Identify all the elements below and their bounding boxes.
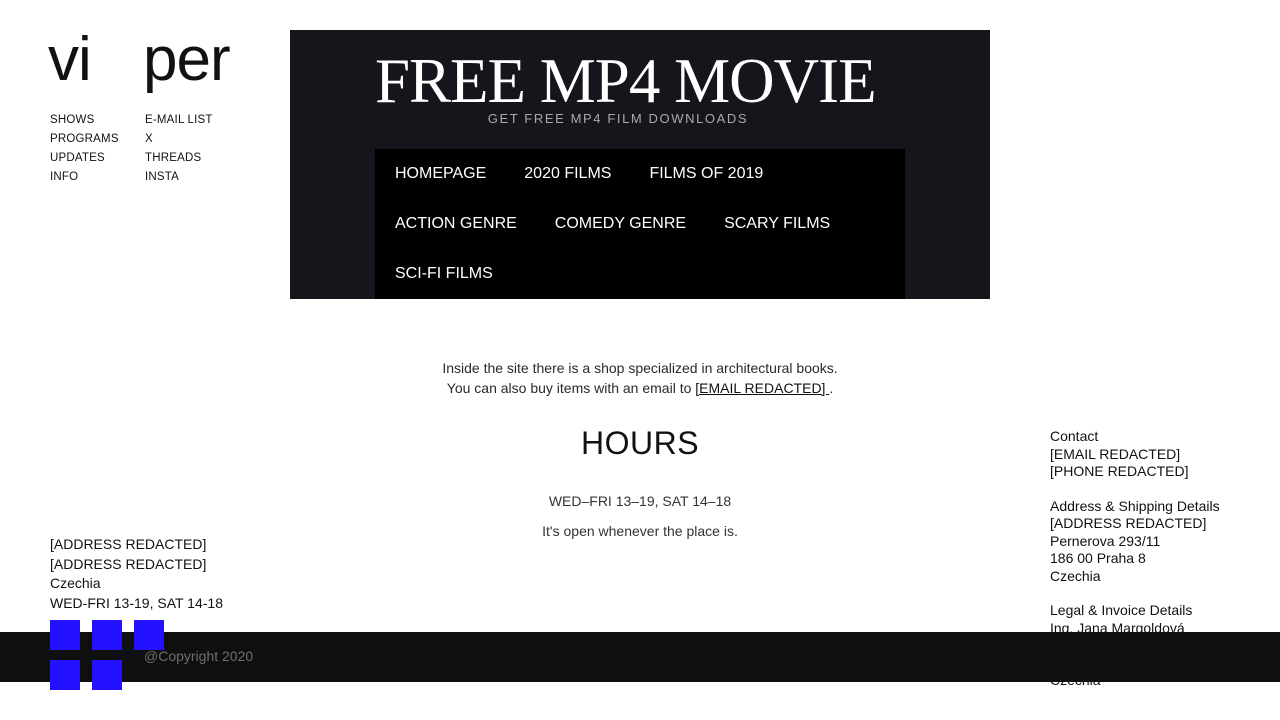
social-nav: E-MAIL LIST X THREADS INSTA	[145, 111, 213, 187]
hours-times: WED–FRI 13–19, SAT 14–18	[548, 493, 732, 509]
menu-2020-films[interactable]: 2020 FILMS	[524, 165, 611, 183]
social-icon[interactable]	[50, 660, 80, 690]
ad-banner[interactable]: FREE MP4 MOVIE GET FREE MP4 FILM DOWNLOA…	[290, 30, 990, 299]
copyright: @Copyright 2020	[144, 648, 254, 664]
menu-scary-films[interactable]: SCARY FILMS	[724, 215, 830, 233]
logo-vi[interactable]: vi	[48, 22, 92, 98]
nav-shows[interactable]: SHOWS	[50, 111, 119, 130]
nav-info[interactable]: INFO	[50, 168, 119, 187]
nav-insta[interactable]: INSTA	[145, 168, 213, 187]
shop-info-suffix: .	[829, 380, 834, 396]
shipping-line: Pernerova 293/11	[1050, 532, 1161, 549]
contact-block: Contact [EMAIL REDACTED] [PHONE REDACTED…	[1050, 428, 1220, 481]
shop-info-line2: You can also buy items with an email to …	[340, 378, 940, 398]
banner-menu: HOMEPAGE 2020 FILMS FILMS OF 2019 ACTION…	[375, 149, 905, 299]
left-address: [ADDRESS REDACTED] [ADDRESS REDACTED] Cz…	[50, 535, 223, 613]
address-line: [ADDRESS REDACTED]	[50, 555, 207, 572]
social-icon[interactable]	[92, 620, 122, 650]
menu-row: SCI-FI FILMS	[395, 249, 493, 299]
shipping-line: 186 00 Praha 8	[1050, 550, 1146, 566]
menu-row: HOMEPAGE 2020 FILMS FILMS OF 2019	[395, 149, 763, 199]
shipping-line: Czechia	[1050, 567, 1101, 584]
contact-heading: Contact	[1050, 428, 1099, 444]
primary-nav: SHOWS PROGRAMS UPDATES INFO	[50, 111, 119, 187]
shipping-line: [ADDRESS REDACTED]	[1050, 515, 1207, 531]
nav-programs[interactable]: PROGRAMS	[50, 130, 119, 149]
contact-email[interactable]: [EMAIL REDACTED]	[1050, 446, 1220, 464]
shipping-block: Address & Shipping Details [ADDRESS REDA…	[1050, 498, 1220, 586]
contact-phone[interactable]: [PHONE REDACTED]	[1050, 463, 1220, 481]
banner-subtitle: GET FREE MP4 FILM DOWNLOADS	[487, 111, 749, 126]
page: vi per SHOWS PROGRAMS UPDATES INFO E-MAI…	[0, 0, 1280, 720]
hours-heading: HOURS	[580, 425, 700, 461]
shop-email-link[interactable]: [EMAIL REDACTED]	[695, 380, 829, 396]
shop-info: Inside the site there is a shop speciali…	[340, 358, 940, 398]
legal-line: Czechia	[1050, 672, 1101, 688]
shop-info-line1: Inside the site there is a shop speciali…	[442, 360, 838, 376]
nav-x[interactable]: X	[145, 130, 213, 149]
legal-block: Legal & Invoice Details Ing. Jana Margol…	[1050, 602, 1220, 690]
shipping-heading: Address & Shipping Details	[1050, 497, 1220, 514]
menu-sci-fi-films[interactable]: SCI-FI FILMS	[395, 265, 493, 283]
address-line: Czechia	[50, 575, 101, 591]
menu-comedy-genre[interactable]: COMEDY GENRE	[555, 215, 686, 233]
social-icon[interactable]	[92, 660, 122, 690]
menu-films-of-2019[interactable]: FILMS OF 2019	[649, 165, 763, 183]
legal-line: [ADDRESS REDACTED]	[1050, 654, 1207, 671]
social-icon[interactable]	[134, 620, 164, 650]
nav-email-list[interactable]: E-MAIL LIST	[145, 111, 213, 130]
contact-column: Contact [EMAIL REDACTED] [PHONE REDACTED…	[1050, 428, 1220, 707]
address-line: [ADDRESS REDACTED]	[50, 536, 207, 552]
nav-threads[interactable]: THREADS	[145, 149, 213, 168]
legal-heading: Legal & Invoice Details	[1050, 602, 1193, 618]
logo-per[interactable]: per	[143, 22, 231, 98]
banner-title: FREE MP4 MOVIE	[375, 46, 877, 116]
menu-action-genre[interactable]: ACTION GENRE	[395, 215, 517, 233]
legal-line: Ing. Jana Margoldová	[1050, 619, 1185, 636]
shop-info-prefix: You can also buy items with an email to	[446, 380, 696, 396]
opening-hours: WED-FRI 13-19, SAT 14-18	[50, 594, 223, 611]
legal-line: [ADDRESS REDACTED]	[1050, 637, 1207, 653]
social-icon[interactable]	[50, 620, 80, 650]
nav-updates[interactable]: UPDATES	[50, 149, 119, 168]
menu-row: ACTION GENRE COMEDY GENRE SCARY FILMS	[395, 199, 830, 249]
menu-homepage[interactable]: HOMEPAGE	[395, 165, 486, 183]
hours-note: It's open whenever the place is.	[542, 523, 738, 539]
